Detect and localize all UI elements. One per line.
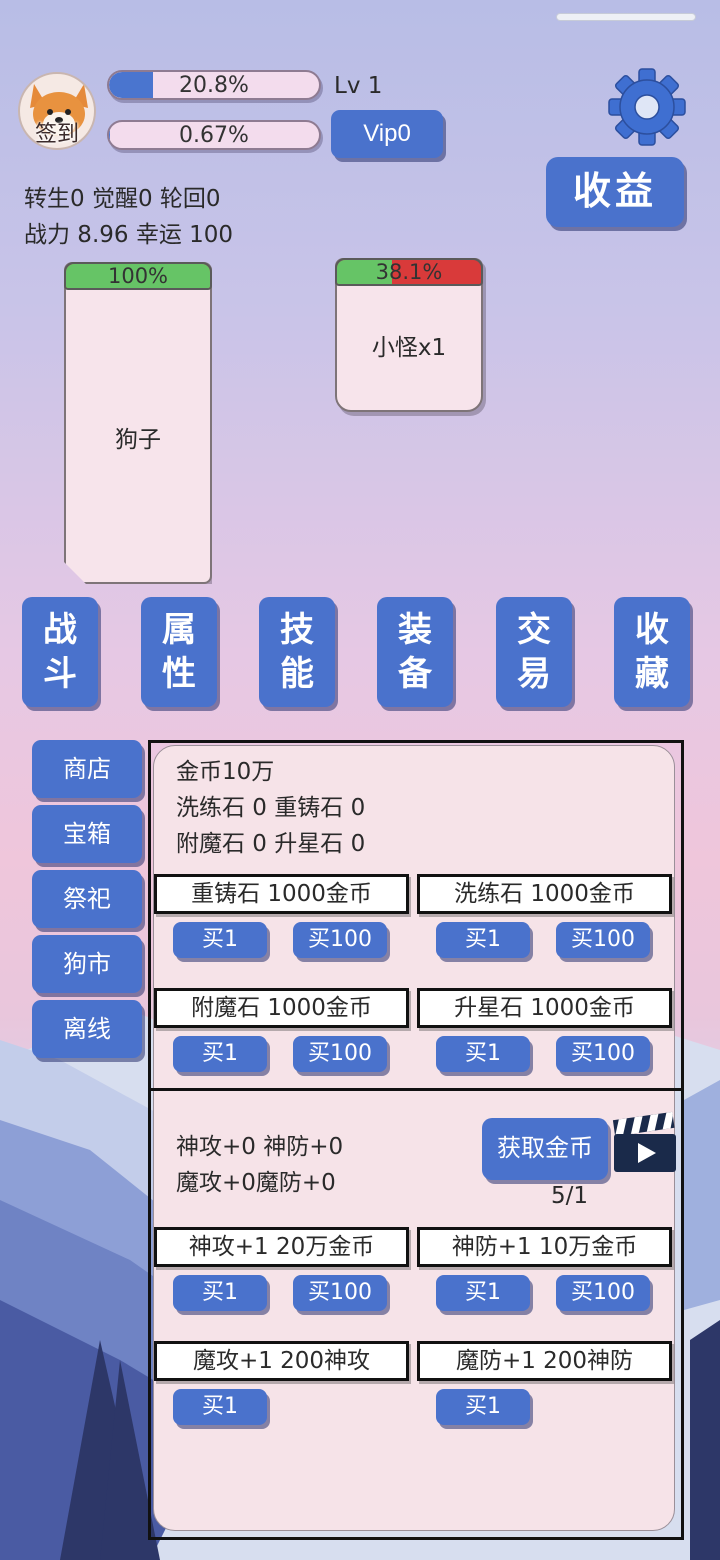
tab-char: 性 xyxy=(162,654,196,694)
tab-char: 技 xyxy=(280,610,314,650)
enemy-name: 小怪x1 xyxy=(371,335,447,361)
tab-char: 属 xyxy=(162,610,196,650)
sidebar-item-offline[interactable]: 离线 xyxy=(32,1000,142,1058)
tab-battle[interactable]: 战斗 xyxy=(22,597,98,707)
tab-equipment[interactable]: 装备 xyxy=(377,597,453,707)
item-divine-defense: 神防+1 10万金币 xyxy=(417,1227,672,1267)
item-recast-stone: 重铸石 1000金币 xyxy=(154,874,409,914)
tab-char: 备 xyxy=(398,654,432,694)
item-magic-attack: 魔攻+1 200神攻 xyxy=(154,1341,409,1381)
get-gold-button[interactable]: 获取金币 xyxy=(482,1118,608,1180)
gold-amount: 金币10万 xyxy=(176,759,275,785)
enemy-card: 38.1% 小怪x1 xyxy=(335,258,483,412)
sidebar-item-shop[interactable]: 商店 xyxy=(32,740,142,798)
buy100-refine-stone-button[interactable]: 买100 xyxy=(556,922,650,958)
ad-count: 5/1 xyxy=(551,1183,589,1209)
tab-attributes[interactable]: 属性 xyxy=(141,597,217,707)
buy1-enchant-stone-button[interactable]: 买1 xyxy=(173,1036,267,1072)
panel-divider xyxy=(151,1088,682,1091)
tab-collection[interactable]: 收藏 xyxy=(614,597,690,707)
gear-icon[interactable] xyxy=(606,66,688,148)
buy1-recast-stone-button[interactable]: 买1 xyxy=(173,922,267,958)
tab-char: 战 xyxy=(43,610,77,650)
tab-skills[interactable]: 技能 xyxy=(259,597,335,707)
exp-progress-text: 20.8% xyxy=(179,73,249,98)
item-enchant-stone: 附魔石 1000金币 xyxy=(154,988,409,1028)
item-refine-stone: 洗练石 1000金币 xyxy=(417,874,672,914)
tab-trade[interactable]: 交易 xyxy=(496,597,572,707)
tab-char: 交 xyxy=(517,610,551,650)
level-label: Lv 1 xyxy=(334,73,383,99)
sidebar-item-dog-market[interactable]: 狗市 xyxy=(32,935,142,993)
buy100-star-stone-button[interactable]: 买100 xyxy=(556,1036,650,1072)
enemy-hp-bar: 38.1% xyxy=(335,258,483,286)
item-star-stone: 升星石 1000金币 xyxy=(417,988,672,1028)
sidebar-item-sacrifice[interactable]: 祭祀 xyxy=(32,870,142,928)
tab-char: 易 xyxy=(517,654,551,694)
player-hp-bar: 100% xyxy=(64,262,212,290)
buy1-divine-attack-button[interactable]: 买1 xyxy=(173,1275,267,1311)
buy1-magic-attack-button[interactable]: 买1 xyxy=(173,1389,267,1425)
stone-counts-1: 洗练石 0 重铸石 0 xyxy=(176,795,366,821)
power-luck-stats: 战力 8.96 幸运 100 xyxy=(24,222,234,248)
item-magic-defense: 魔防+1 200神防 xyxy=(417,1341,672,1381)
player-name: 狗子 xyxy=(115,427,161,453)
tab-char: 能 xyxy=(280,654,314,694)
tab-char: 藏 xyxy=(635,654,669,694)
home-indicator xyxy=(556,13,696,21)
tab-char: 装 xyxy=(398,610,432,650)
buy1-magic-defense-button[interactable]: 买1 xyxy=(436,1389,530,1425)
income-button[interactable]: 收益 xyxy=(546,157,684,227)
avatar-checkin[interactable]: 签到 xyxy=(18,72,96,150)
divine-stats-1: 神攻+0 神防+0 xyxy=(176,1134,344,1160)
tab-char: 收 xyxy=(635,610,669,650)
buy100-divine-defense-button[interactable]: 买100 xyxy=(556,1275,650,1311)
vip-progress-text: 0.67% xyxy=(179,123,249,148)
stone-counts-2: 附魔石 0 升星石 0 xyxy=(176,831,366,857)
buy1-divine-defense-button[interactable]: 买1 xyxy=(436,1275,530,1311)
buy100-enchant-stone-button[interactable]: 买100 xyxy=(293,1036,387,1072)
item-divine-attack: 神攻+1 20万金币 xyxy=(154,1227,409,1267)
player-hp-text: 100% xyxy=(107,264,169,288)
buy100-divine-attack-button[interactable]: 买100 xyxy=(293,1275,387,1311)
video-ad-icon[interactable] xyxy=(610,1110,678,1176)
buy1-refine-stone-button[interactable]: 买1 xyxy=(436,922,530,958)
rebirth-stats: 转生0 觉醒0 轮回0 xyxy=(24,186,221,212)
sidebar-item-chest[interactable]: 宝箱 xyxy=(32,805,142,863)
buy100-recast-stone-button[interactable]: 买100 xyxy=(293,922,387,958)
vip-progress-bar: 0.67% xyxy=(107,120,321,150)
enemy-hp-text: 38.1% xyxy=(375,260,443,284)
buy1-star-stone-button[interactable]: 买1 xyxy=(436,1036,530,1072)
tab-char: 斗 xyxy=(43,654,77,694)
exp-progress-bar: 20.8% xyxy=(107,70,321,100)
divine-stats-2: 魔攻+0魔防+0 xyxy=(176,1170,336,1196)
player-card: 100% 狗子 xyxy=(64,262,212,584)
checkin-label: 签到 xyxy=(34,122,79,147)
vip-button[interactable]: Vip0 xyxy=(331,110,443,158)
